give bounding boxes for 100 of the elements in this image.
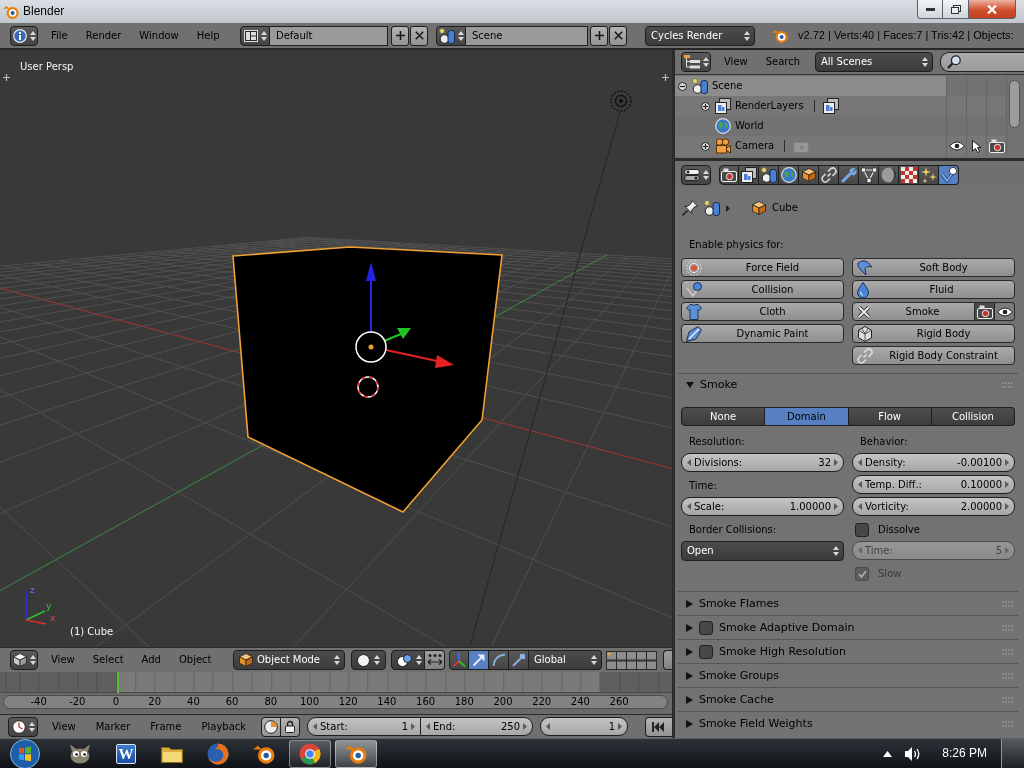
plus-icon[interactable]: [3, 74, 10, 81]
menu-item[interactable]: File: [42, 25, 77, 46]
menu-item[interactable]: View: [42, 650, 84, 670]
clock-time[interactable]: 8:26 PM: [942, 746, 987, 761]
playhead-line[interactable]: [116, 672, 119, 693]
add-scene-button[interactable]: [590, 25, 608, 46]
cube-object[interactable]: [232, 246, 503, 513]
show-desktop-button[interactable]: [1001, 738, 1024, 768]
panel-title[interactable]: Smoke Cache: [699, 692, 774, 707]
number-field[interactable]: Scale: 1.00000: [681, 497, 844, 516]
scene-browse-button[interactable]: [436, 25, 466, 46]
physics-button[interactable]: Dynamic Paint: [681, 324, 844, 343]
panel-title[interactable]: Smoke Flames: [699, 596, 779, 611]
manipulator-button[interactable]: [489, 650, 509, 670]
pivot-toggle-button[interactable]: [425, 650, 445, 670]
menu-item[interactable]: View: [715, 52, 757, 72]
layout-browse-button[interactable]: [240, 25, 270, 46]
physics-button[interactable]: Soft Body: [852, 258, 1015, 277]
menu-item[interactable]: Search: [756, 52, 810, 72]
dropdown[interactable]: Open: [681, 541, 844, 561]
render-engine-dropdown[interactable]: Cycles Render: [645, 25, 755, 46]
speaker-icon[interactable]: [905, 746, 922, 761]
menu-item[interactable]: Marker: [85, 716, 141, 737]
number-field[interactable]: Temp. Diff.: 0.10000: [852, 475, 1015, 494]
number-field[interactable]: Density: -0.00100: [852, 453, 1015, 472]
physics-button[interactable]: Rigid Body Constraint: [852, 346, 1015, 365]
remove-layout-button[interactable]: [410, 25, 428, 46]
smoke-type-tab[interactable]: Domain: [765, 407, 849, 426]
properties-tab[interactable]: [939, 165, 959, 185]
up-arrow-icon[interactable]: [883, 750, 893, 757]
checkbox[interactable]: [699, 644, 713, 659]
manipulator-button[interactable]: [469, 650, 489, 670]
manipulator-button[interactable]: [509, 650, 529, 670]
menu-item[interactable]: Window: [130, 25, 188, 46]
number-field[interactable]: 1: [540, 717, 628, 736]
panel-title[interactable]: Smoke High Resolution: [719, 644, 846, 659]
timeline-track[interactable]: [0, 672, 672, 693]
outliner-row[interactable]: World: [675, 116, 946, 136]
physics-button[interactable]: Collision: [681, 280, 844, 299]
panel-title[interactable]: Smoke: [700, 378, 738, 392]
lock-button[interactable]: [281, 716, 300, 737]
physics-button[interactable]: Force Field: [681, 258, 844, 277]
transform-gizmo[interactable]: [355, 262, 454, 368]
properties-tab[interactable]: [879, 165, 899, 185]
panel-title[interactable]: Smoke Groups: [699, 668, 779, 683]
physics-button[interactable]: Fluid: [852, 280, 1015, 299]
manipulator-button[interactable]: [449, 650, 469, 670]
properties-tab[interactable]: [819, 165, 839, 185]
editor-type-button[interactable]: [681, 52, 711, 72]
properties-tab[interactable]: [919, 165, 939, 185]
right-triangle-icon[interactable]: [686, 599, 693, 608]
taskbar-app-button[interactable]: [289, 739, 331, 768]
close-button[interactable]: [969, 0, 1016, 19]
add-layout-button[interactable]: [391, 25, 409, 46]
menu-item[interactable]: Object: [169, 650, 221, 670]
right-triangle-icon[interactable]: [686, 623, 693, 632]
menu-item[interactable]: Add: [132, 650, 170, 670]
pivot-dropdown[interactable]: [391, 650, 425, 670]
maximize-button[interactable]: [943, 0, 969, 19]
right-triangle-icon[interactable]: [686, 695, 693, 704]
checkbox[interactable]: [699, 620, 713, 635]
scene-name-field[interactable]: Scene: [466, 25, 588, 46]
render-toggle-button[interactable]: [975, 302, 995, 321]
menu-item[interactable]: Render: [76, 25, 131, 46]
expand-toggle-icon[interactable]: [701, 141, 710, 151]
layer-grid[interactable]: [606, 650, 657, 670]
panel-title[interactable]: Smoke Field Weights: [699, 717, 813, 731]
smoke-type-tab[interactable]: Flow: [848, 407, 932, 426]
scrollbar-thumb[interactable]: [1009, 80, 1020, 128]
plus-icon[interactable]: [662, 74, 669, 81]
menu-item[interactable]: View: [42, 716, 86, 737]
editor-type-button[interactable]: [681, 165, 711, 185]
properties-tab[interactable]: [779, 165, 799, 185]
outliner-row[interactable]: Scene: [675, 76, 946, 96]
remove-scene-button[interactable]: [609, 25, 627, 46]
taskbar-app-button[interactable]: [335, 739, 377, 768]
expand-toggle-icon[interactable]: [701, 101, 710, 111]
menu-item[interactable]: Frame: [140, 716, 192, 737]
editor-type-button[interactable]: [10, 650, 38, 670]
orientation-dropdown[interactable]: Global: [529, 650, 602, 670]
down-triangle-icon[interactable]: [686, 382, 694, 388]
properties-tab[interactable]: [739, 165, 759, 185]
physics-button[interactable]: Cloth: [681, 302, 844, 321]
keying-button[interactable]: [261, 716, 281, 737]
mode-dropdown[interactable]: Object Mode: [233, 650, 345, 670]
menu-item[interactable]: Help: [187, 25, 229, 46]
filter-dropdown[interactable]: All Scenes: [815, 52, 933, 72]
shading-dropdown[interactable]: [351, 650, 386, 670]
number-field[interactable]: End: 250: [421, 717, 533, 736]
pin-icon[interactable]: [682, 200, 698, 216]
properties-tab[interactable]: [839, 165, 859, 185]
properties-tab[interactable]: [759, 165, 779, 185]
collapse-toggle-icon[interactable]: [678, 81, 687, 91]
right-triangle-icon[interactable]: [686, 671, 693, 680]
number-field[interactable]: Start: 1: [307, 717, 421, 736]
number-field[interactable]: Divisions: 32: [681, 453, 844, 472]
skip-to-start-button[interactable]: [645, 716, 672, 737]
properties-tab[interactable]: [859, 165, 879, 185]
right-triangle-icon[interactable]: [686, 720, 693, 728]
checkbox[interactable]: [855, 523, 869, 537]
